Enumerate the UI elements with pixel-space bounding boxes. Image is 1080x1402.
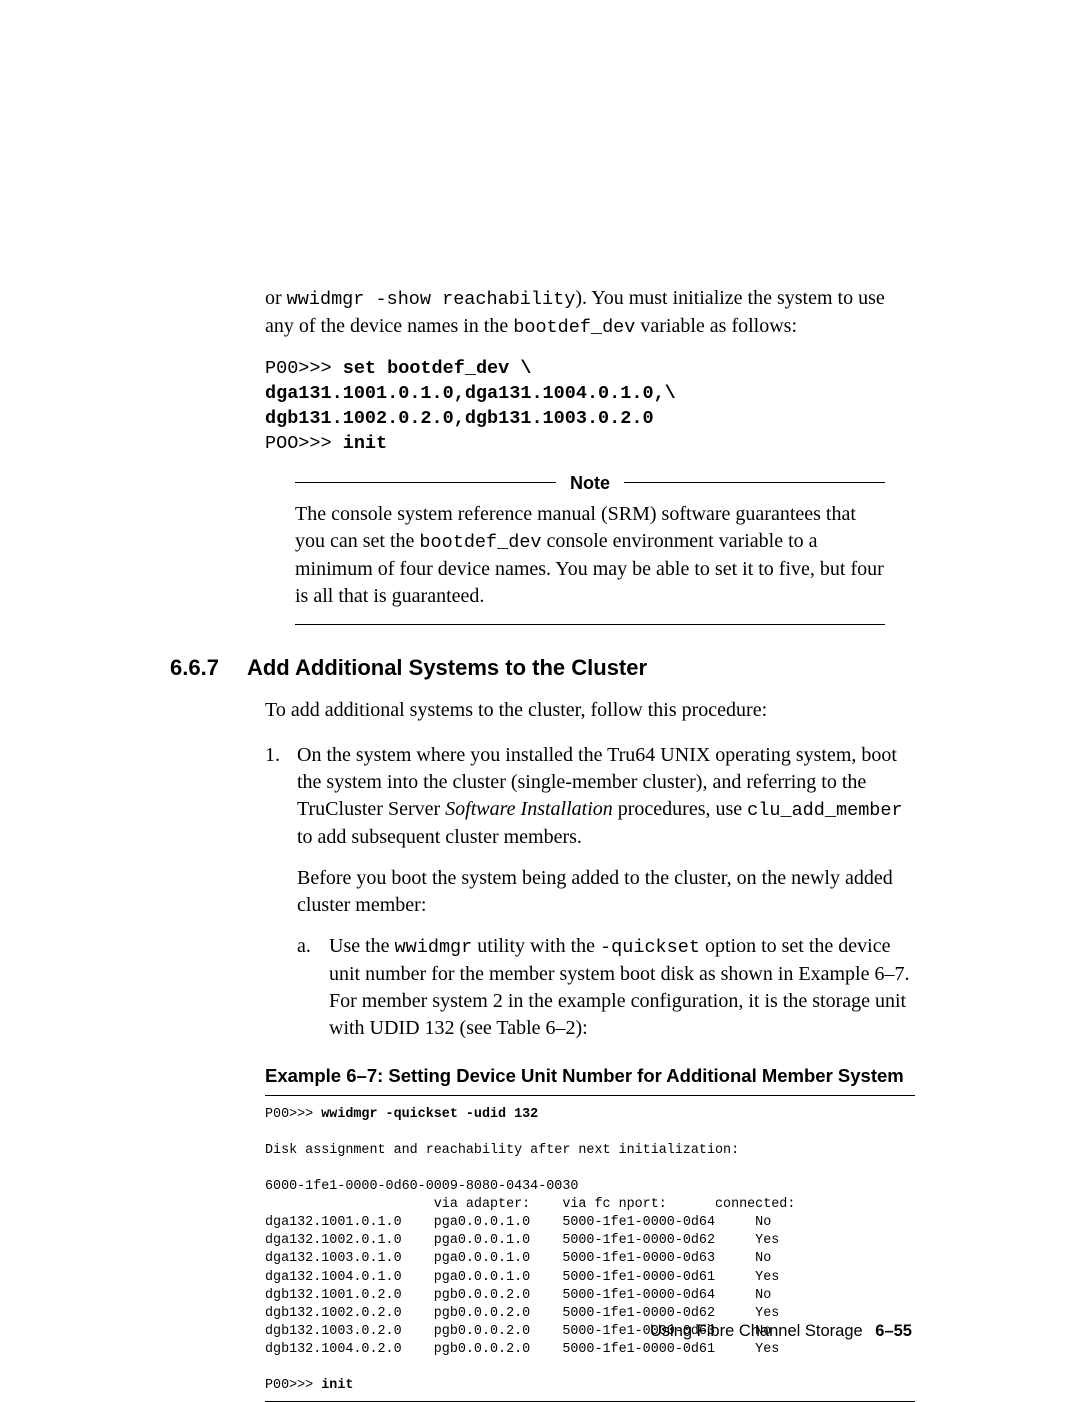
item1-p1-italic: Software Installation [445,798,613,820]
sa-t1: Use the [329,935,395,957]
sublist-item-a-body: Use the wwidmgr utility with the -quicks… [329,933,915,1042]
section-number: 6.6.7 [170,653,219,683]
ex-end-cmd: init [321,1378,353,1393]
note-body-code: bootdef_dev [419,532,541,553]
ex-l1-cmd: wwidmgr -quickset -udid 132 [321,1107,538,1122]
ex-r2: dga132.1002.0.1.0 pga0.0.0.1.0 5000-1fe1… [265,1233,779,1248]
example-code: P00>>> wwidmgr -quickset -udid 132 Disk … [265,1106,915,1396]
item1-p1-b: procedures, use [613,798,747,820]
note-rule-left [295,482,556,483]
sublist-item-a-num: a. [297,933,329,1042]
list-item-1-body: On the system where you installed the Tr… [297,742,915,1042]
ex-r1: dga132.1001.0.1.0 pga0.0.0.1.0 5000-1fe1… [265,1215,771,1230]
ex-r4: dga132.1004.0.1.0 pga0.0.0.1.0 5000-1fe1… [265,1270,779,1285]
note-bottom-rule [295,624,885,625]
ex-r3: dga132.1003.0.1.0 pga0.0.0.1.0 5000-1fe1… [265,1251,771,1266]
item1-p1-code: clu_add_member [747,800,902,821]
cb1-l1-cmd: set bootdef_dev \ [343,358,532,379]
intro-paragraph: or wwidmgr -show reachability). You must… [265,285,915,341]
sa-c2: -quickset [600,937,700,958]
intro-code-b: bootdef_dev [513,317,635,338]
section-heading: 6.6.7 Add Additional Systems to the Clus… [170,653,915,683]
cb1-l3: dgb131.1002.0.2.0,dgb131.1003.0.2.0 [265,408,654,429]
item1-p1-c: to add subsequent cluster members. [297,826,582,848]
section-intro: To add additional systems to the cluster… [265,697,915,724]
note-body: The console system reference manual (SRM… [295,501,885,610]
ordered-list: 1. On the system where you installed the… [265,742,915,1042]
ex-r5: dgb132.1001.0.2.0 pgb0.0.0.2.0 5000-1fe1… [265,1288,771,1303]
intro-text-c: variable as follows: [635,315,797,337]
sa-c1: wwidmgr [395,937,473,958]
codeblock-bootdef: P00>>> set bootdef_dev \ dga131.1001.0.1… [265,357,915,457]
footer-text: Using Fibre Channel Storage [650,1322,863,1340]
ex-r8: dgb132.1004.0.2.0 pgb0.0.0.2.0 5000-1fe1… [265,1342,779,1357]
intro-code-a: wwidmgr -show reachability [287,289,576,310]
ex-l3: 6000-1fe1-0000-0d60-0009-8080-0434-0030 [265,1179,578,1194]
note-rule-right [624,482,885,483]
note-block: Note The console system reference manual… [295,471,885,625]
ex-end-prompt: P00>>> [265,1378,321,1393]
note-titlebar: Note [295,471,885,495]
example-hr-top [265,1095,915,1096]
ex-hdr: via adapter: via fc nport: connected: [265,1197,795,1212]
cb1-l4-cmd: init [343,433,387,454]
cb1-l1-prompt: P00>>> [265,358,343,379]
ex-l1-prompt: P00>>> [265,1107,321,1122]
sublist-item-a: a. Use the wwidmgr utility with the -qui… [297,933,915,1042]
item1-p1: On the system where you installed the Tr… [297,742,915,851]
ex-l2: Disk assignment and reachability after n… [265,1143,739,1158]
example-title: Example 6–7: Setting Device Unit Number … [265,1064,915,1089]
sa-t2: utility with the [472,935,600,957]
sublist: a. Use the wwidmgr utility with the -qui… [297,933,915,1042]
page: or wwidmgr -show reachability). You must… [0,0,1080,1397]
cb1-l2: dga131.1001.0.1.0,dga131.1004.0.1.0,\ [265,383,676,404]
ex-r6: dgb132.1002.0.2.0 pgb0.0.0.2.0 5000-1fe1… [265,1306,779,1321]
cb1-l4-prompt: POO>>> [265,433,343,454]
list-item-1: 1. On the system where you installed the… [265,742,915,1042]
footer-page-number: 6–55 [875,1322,912,1340]
note-label: Note [570,471,610,495]
footer: Using Fibre Channel Storage 6–55 [650,1322,912,1341]
list-item-1-num: 1. [265,742,297,1042]
item1-p2: Before you boot the system being added t… [297,865,915,919]
section-title: Add Additional Systems to the Cluster [247,653,647,683]
intro-text-a: or [265,287,287,309]
content: or wwidmgr -show reachability). You must… [265,285,915,1402]
